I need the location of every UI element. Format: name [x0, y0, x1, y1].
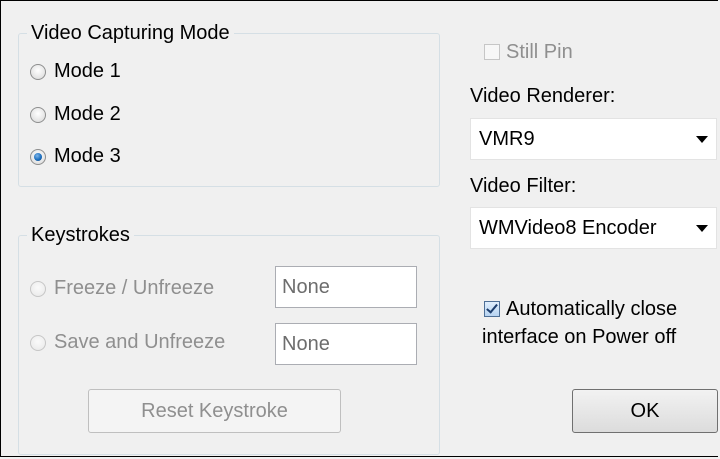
- save-unfreeze-field[interactable]: None: [275, 323, 417, 365]
- video-renderer-value: VMR9: [479, 127, 535, 150]
- mode-2-label: Mode 2: [54, 103, 121, 125]
- still-pin-checkbox[interactable]: Still Pin: [484, 40, 573, 64]
- keystrokes-title: Keystrokes: [27, 223, 134, 247]
- radio-unchecked-icon: [30, 106, 46, 123]
- video-filter-value: WMVideo8 Encoder: [479, 216, 657, 239]
- save-unfreeze-label: Save and Unfreeze: [54, 331, 226, 353]
- radio-unchecked-icon: [30, 280, 46, 297]
- still-pin-label: Still Pin: [506, 41, 573, 63]
- mode-1-radio[interactable]: Mode 1: [30, 60, 121, 83]
- mode-3-radio[interactable]: Mode 3: [30, 145, 121, 168]
- radio-unchecked-icon: [30, 63, 46, 80]
- freeze-unfreeze-label: Freeze / Unfreeze: [54, 277, 215, 299]
- mode-1-label: Mode 1: [54, 60, 121, 82]
- video-capturing-mode-title: Video Capturing Mode: [27, 21, 234, 45]
- mode-3-label: Mode 3: [54, 145, 121, 167]
- auto-close-label-line2: interface on Power off: [482, 326, 677, 348]
- video-filter-label: Video Filter:: [470, 175, 577, 197]
- freeze-unfreeze-field[interactable]: None: [275, 266, 417, 308]
- dropdown-arrow-icon: [696, 136, 708, 143]
- mode-2-radio[interactable]: Mode 2: [30, 103, 121, 126]
- save-unfreeze-radio[interactable]: Save and Unfreeze: [30, 331, 225, 354]
- video-renderer-select[interactable]: VMR9: [470, 118, 717, 160]
- reset-keystroke-button[interactable]: Reset Keystroke: [88, 389, 341, 433]
- checkbox-checked-icon: [484, 301, 500, 317]
- radio-checked-icon: [30, 148, 46, 165]
- auto-close-checkbox[interactable]: Automatically close: [484, 297, 677, 321]
- radio-unchecked-icon: [30, 334, 46, 351]
- checkbox-unchecked-icon: [484, 44, 500, 60]
- ok-button[interactable]: OK: [572, 389, 718, 433]
- video-filter-select[interactable]: WMVideo8 Encoder: [470, 207, 717, 249]
- freeze-unfreeze-radio[interactable]: Freeze / Unfreeze: [30, 277, 214, 300]
- auto-close-label-line1: Automatically close: [506, 298, 678, 320]
- video-renderer-label: Video Renderer:: [470, 85, 616, 107]
- dropdown-arrow-icon: [696, 225, 708, 232]
